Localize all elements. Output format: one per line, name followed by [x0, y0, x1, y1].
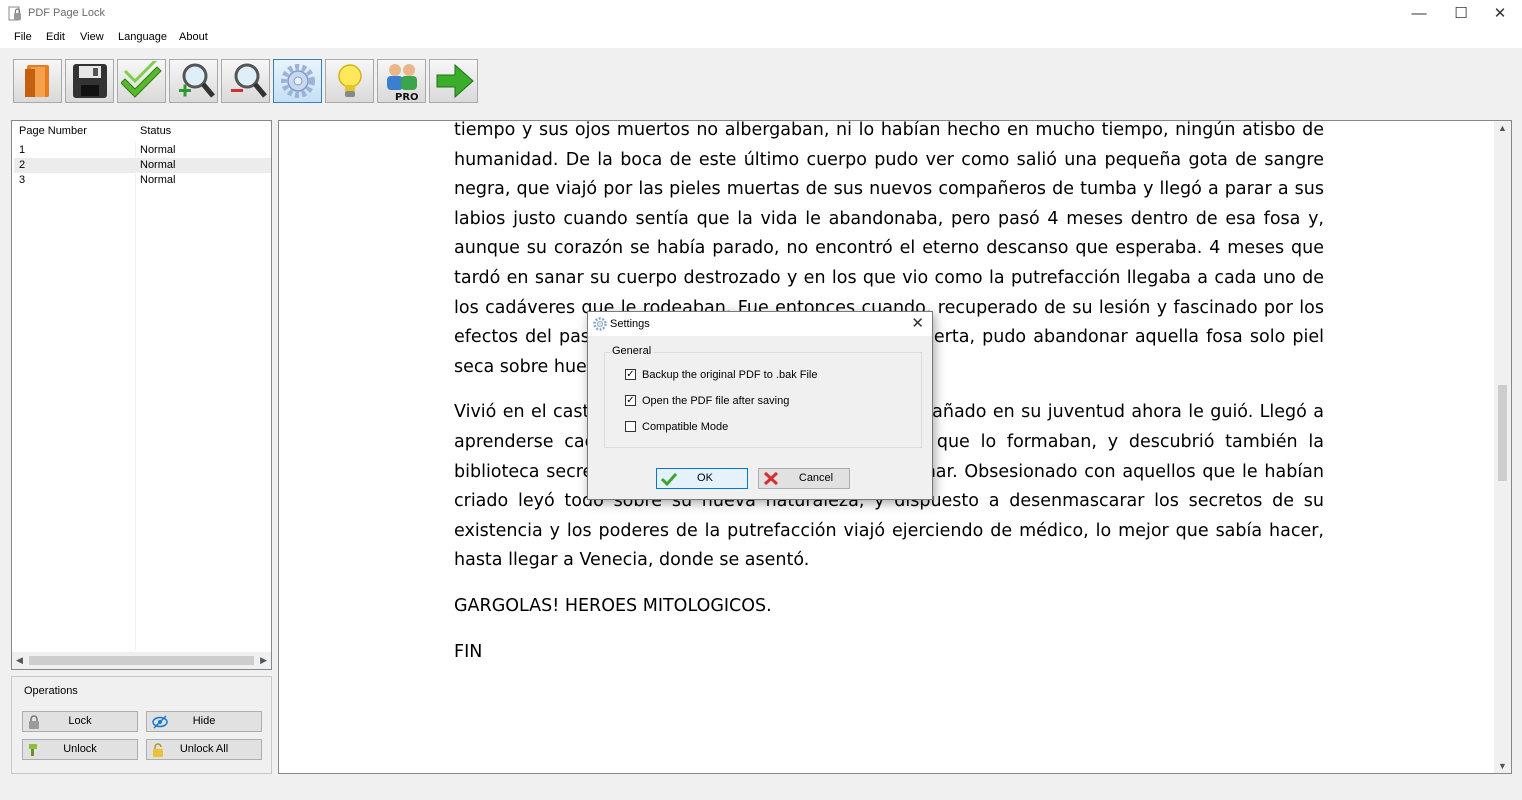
next-button[interactable]	[429, 59, 478, 103]
page-number-cell: 3	[19, 174, 26, 186]
general-group-label: General	[610, 345, 654, 357]
scroll-thumb[interactable]	[1498, 385, 1507, 481]
column-header-page-number[interactable]: Page Number	[19, 125, 87, 137]
app-icon	[8, 6, 21, 21]
unlock-all-button[interactable]: Unlock All	[146, 739, 262, 760]
scroll-up-icon[interactable]: ▲	[1498, 123, 1507, 133]
svg-text:PRO: PRO	[395, 92, 419, 101]
menu-view[interactable]: View	[80, 31, 104, 43]
save-button[interactable]	[65, 59, 114, 103]
checkbox-box[interactable]: ✓	[625, 369, 636, 380]
apply-check-icon	[121, 61, 162, 98]
operations-title: Operations	[24, 685, 78, 697]
minimize-button[interactable]: —	[1396, 0, 1442, 27]
window-title: PDF Page Lock	[28, 7, 106, 19]
next-arrow-icon	[436, 63, 474, 99]
pro-button[interactable]: PRO	[377, 59, 426, 103]
toolbar: PRO	[0, 48, 1522, 116]
apply-button[interactable]	[117, 59, 166, 103]
open-after-saving-label[interactable]: Open the PDF file after saving	[642, 395, 789, 407]
document-heading: GARGOLAS! HEROES MITOLOGICOS.	[454, 595, 772, 616]
scroll-left-icon[interactable]: ◀	[16, 655, 23, 666]
lock-label: Lock	[68, 715, 92, 727]
menu-edit[interactable]: Edit	[46, 31, 65, 43]
table-row[interactable]: 3 Normal	[14, 173, 271, 188]
ok-label: OK	[697, 472, 713, 484]
vertical-scrollbar[interactable]: ▲ ▼	[1494, 121, 1511, 773]
table-row[interactable]: 2 Normal	[14, 158, 271, 173]
status-cell: Normal	[140, 159, 176, 171]
open-icon	[25, 65, 49, 97]
checkbox-box[interactable]: ✓	[625, 395, 636, 406]
checkbox-box[interactable]	[625, 421, 636, 432]
page-number-cell: 1	[19, 144, 26, 156]
page-number-cell: 2	[19, 159, 26, 171]
operations-group: Operations Lock Hide Unlock Unlock All	[11, 676, 272, 774]
backup-checkbox-label[interactable]: Backup the original PDF to .bak File	[642, 369, 817, 381]
settings-button[interactable]	[273, 59, 322, 103]
cancel-label: Cancel	[798, 472, 834, 484]
unlock-label: Unlock	[63, 743, 97, 755]
close-button[interactable]: ✕	[1477, 0, 1522, 27]
pro-users-icon: PRO	[387, 64, 419, 101]
dialog-title-bar: Settings ✕	[588, 312, 932, 336]
menu-file[interactable]: File	[14, 31, 32, 43]
status-cell: Normal	[140, 144, 176, 156]
column-divider	[135, 141, 136, 651]
menu-bar: File Edit View Language About	[0, 27, 1522, 48]
zoom-in-button[interactable]	[169, 59, 218, 103]
dialog-close-button[interactable]: ✕	[911, 314, 924, 332]
scroll-right-icon[interactable]: ▶	[260, 655, 267, 666]
settings-gear-icon	[593, 317, 607, 331]
menu-language[interactable]: Language	[118, 31, 167, 43]
column-header-status[interactable]: Status	[140, 125, 171, 137]
scroll-thumb[interactable]	[29, 656, 254, 665]
unlock-button[interactable]: Unlock	[22, 739, 138, 760]
cancel-x-icon	[763, 471, 779, 486]
page-list[interactable]: Page Number Status 1 Normal 2 Normal 3 N…	[11, 120, 272, 670]
dialog-title: Settings	[610, 318, 650, 330]
menu-about[interactable]: About	[179, 31, 208, 43]
settings-dialog: Settings ✕ General ✓ Backup the original…	[587, 311, 933, 500]
zoom-in-icon	[179, 63, 215, 98]
ok-button[interactable]: OK	[656, 468, 748, 489]
table-row[interactable]: 1 Normal	[14, 143, 271, 158]
zoom-out-button[interactable]	[221, 59, 270, 103]
page-list-header: Page Number Status	[12, 121, 271, 141]
scroll-down-icon[interactable]: ▼	[1498, 761, 1507, 771]
cancel-button[interactable]: Cancel	[758, 468, 850, 489]
unlock-all-label: Unlock All	[179, 743, 229, 755]
zoom-out-icon	[231, 63, 267, 98]
hide-label: Hide	[192, 715, 216, 727]
title-bar: PDF Page Lock — ☐ ✕	[0, 0, 1522, 27]
tips-button[interactable]	[325, 59, 374, 103]
lock-button[interactable]: Lock	[22, 711, 138, 732]
open-button[interactable]	[13, 59, 62, 103]
settings-gear-icon	[281, 64, 315, 98]
horizontal-scrollbar[interactable]: ◀ ▶	[12, 652, 271, 669]
save-icon	[73, 64, 107, 98]
document-paragraph: FIN	[454, 641, 483, 662]
hide-button[interactable]: Hide	[146, 711, 262, 732]
status-cell: Normal	[140, 174, 176, 186]
compatible-mode-label[interactable]: Compatible Mode	[642, 421, 728, 433]
tips-lightbulb-icon	[338, 64, 362, 97]
